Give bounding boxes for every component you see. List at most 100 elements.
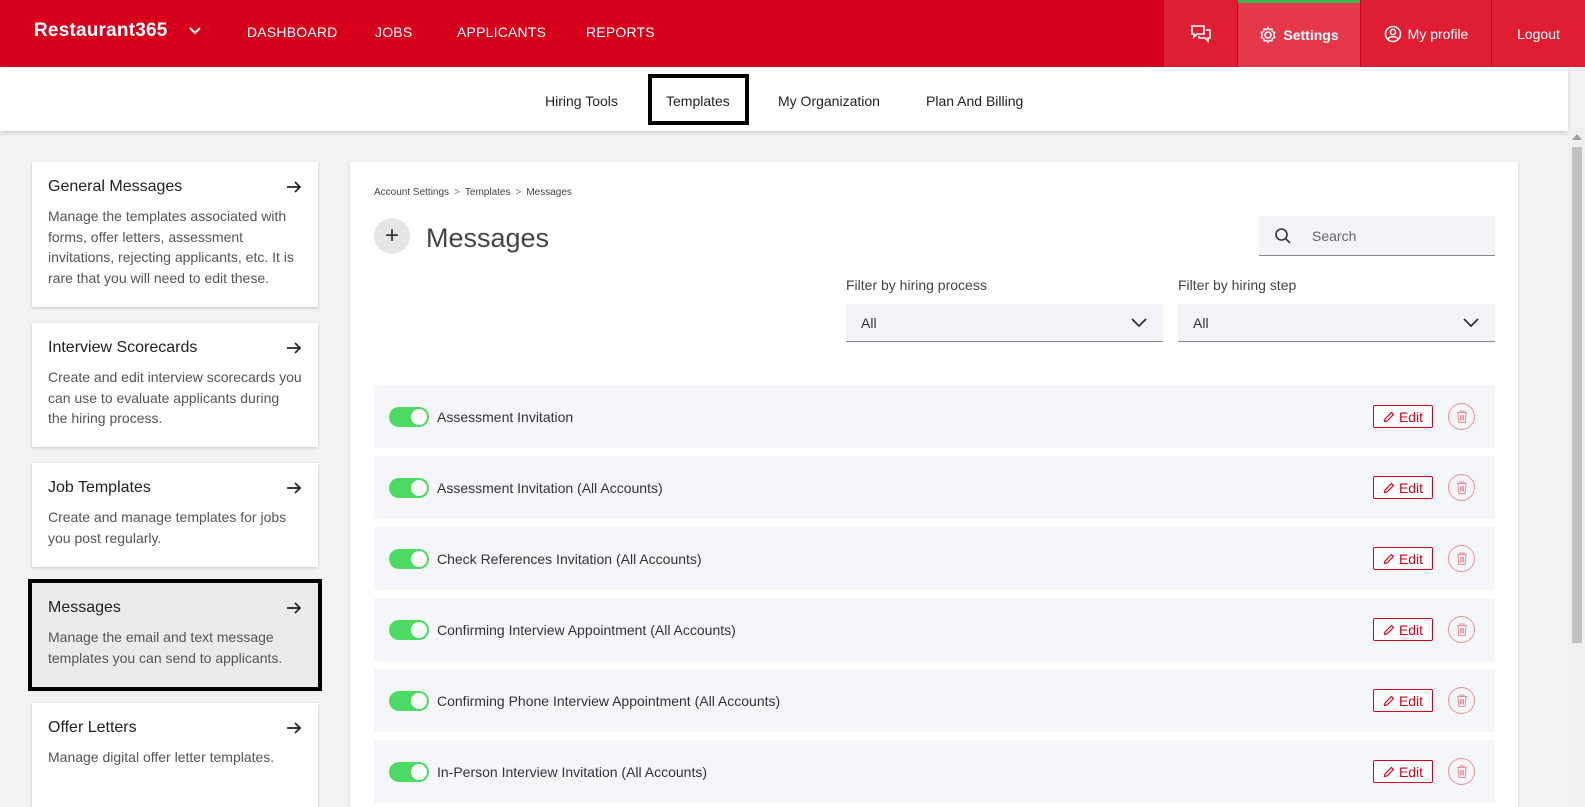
card-interview-scorecards[interactable]: Interview Scorecards Create and edit int…: [32, 323, 318, 447]
nav-applicants[interactable]: APPLICANTS: [457, 24, 546, 40]
card-description: Manage the templates associated with for…: [48, 208, 294, 286]
edit-button[interactable]: Edit: [1373, 405, 1433, 428]
scroll-thumb[interactable]: [1572, 147, 1582, 643]
breadcrumb-templates[interactable]: Templates: [465, 187, 511, 198]
search-icon: [1275, 227, 1291, 244]
settings-label: Settings: [1283, 27, 1339, 43]
enabled-toggle[interactable]: [389, 549, 429, 569]
card-description: Manage digital offer letter templates.: [48, 749, 275, 765]
enabled-toggle[interactable]: [389, 691, 429, 711]
delete-button[interactable]: [1448, 474, 1475, 501]
card-description: Create and edit interview scorecards you…: [48, 369, 302, 426]
my-profile-label: My profile: [1407, 25, 1469, 42]
message-name: Check References Invitation (All Account…: [437, 551, 702, 567]
delete-button[interactable]: [1448, 687, 1475, 714]
filter-process-label: Filter by hiring process: [846, 277, 987, 293]
nav-dashboard[interactable]: DASHBOARD: [247, 24, 337, 40]
settings-menu[interactable]: Settings: [1237, 0, 1360, 67]
search-box: [1259, 216, 1495, 256]
toggle-knob: [411, 480, 427, 496]
card-job-templates[interactable]: Job Templates Create and manage template…: [32, 463, 318, 567]
message-name: Assessment Invitation (All Accounts): [437, 480, 663, 496]
edit-button[interactable]: Edit: [1373, 689, 1433, 712]
chevron-down-icon: [1463, 317, 1479, 327]
list-item: Check References Invitation (All Account…: [374, 527, 1495, 590]
card-general-messages[interactable]: General Messages Manage the templates as…: [32, 162, 318, 307]
card-title: Job Templates: [48, 479, 151, 496]
card-title: General Messages: [48, 178, 183, 195]
breadcrumb: Account Settings > Templates > Messages: [374, 187, 572, 198]
delete-button[interactable]: [1448, 616, 1475, 643]
trash-icon: [1456, 481, 1467, 495]
chat-icon: [1190, 24, 1211, 43]
breadcrumb-account-settings[interactable]: Account Settings: [374, 187, 449, 198]
card-description: Create and manage templates for jobs you…: [48, 509, 287, 546]
enabled-toggle[interactable]: [389, 478, 429, 498]
pencil-icon: [1383, 695, 1395, 706]
edit-label: Edit: [1398, 479, 1424, 496]
pencil-icon: [1383, 553, 1395, 564]
edit-button[interactable]: Edit: [1373, 476, 1433, 499]
page-scrollbar[interactable]: [1568, 131, 1585, 807]
nav-reports[interactable]: REPORTS: [586, 24, 655, 40]
trash-icon: [1456, 410, 1467, 424]
list-item: Confirming Interview Appointment (All Ac…: [374, 598, 1495, 661]
message-name: Confirming Interview Appointment (All Ac…: [437, 622, 736, 638]
filter-step-label: Filter by hiring step: [1178, 277, 1297, 293]
chat-button[interactable]: [1163, 0, 1237, 67]
card-title: Offer Letters: [48, 719, 137, 736]
message-name: Assessment Invitation: [437, 409, 574, 425]
arrow-right-icon: [287, 722, 302, 734]
message-name: Confirming Phone Interview Appointment (…: [437, 693, 781, 709]
search-input[interactable]: [1312, 227, 1472, 244]
edit-button[interactable]: Edit: [1373, 547, 1433, 570]
enabled-toggle[interactable]: [389, 762, 429, 782]
logout-label: Logout: [1517, 25, 1560, 42]
tab-my-organization[interactable]: My Organization: [778, 93, 880, 109]
page-title: Messages: [426, 223, 550, 253]
edit-label: Edit: [1398, 621, 1424, 638]
breadcrumb-separator: >: [515, 187, 522, 198]
toggle-knob: [411, 409, 427, 425]
card-offer-letters[interactable]: Offer Letters Manage digital offer lette…: [32, 703, 318, 807]
delete-button[interactable]: [1448, 545, 1475, 572]
toggle-knob: [411, 764, 427, 780]
enabled-toggle[interactable]: [389, 407, 429, 427]
logout-button[interactable]: Logout: [1491, 0, 1585, 67]
list-item: Confirming Phone Interview Appointment (…: [374, 669, 1495, 732]
pencil-icon: [1383, 482, 1395, 493]
message-name: In-Person Interview Invitation (All Acco…: [437, 764, 708, 780]
filter-step-select[interactable]: All: [1178, 304, 1495, 342]
my-profile-menu[interactable]: My profile: [1360, 0, 1491, 67]
card-messages[interactable]: Messages Manage the email and text messa…: [28, 579, 322, 691]
breadcrumb-separator: >: [454, 187, 460, 198]
trash-icon: [1456, 765, 1467, 779]
arrow-right-icon: [287, 181, 302, 193]
messages-panel: Account Settings > Templates > Messages …: [350, 162, 1518, 807]
tab-plan-and-billing[interactable]: Plan And Billing: [926, 93, 1023, 109]
card-description: Manage the email and text message templa…: [48, 629, 283, 666]
toggle-knob: [411, 551, 427, 567]
tab-hiring-tools[interactable]: Hiring Tools: [545, 93, 618, 109]
list-item: Assessment Invitation Edit: [374, 385, 1495, 448]
card-title: Messages: [48, 599, 121, 616]
arrow-right-icon: [287, 602, 302, 614]
scroll-up-arrow[interactable]: [1572, 134, 1582, 140]
tab-templates[interactable]: Templates: [666, 93, 730, 109]
brand-logo[interactable]: Restaurant365: [34, 20, 168, 42]
edit-button[interactable]: Edit: [1373, 618, 1433, 641]
add-message-button[interactable]: +: [374, 218, 410, 254]
delete-button[interactable]: [1448, 758, 1475, 785]
filter-process-select[interactable]: All: [846, 304, 1163, 342]
edit-label: Edit: [1398, 763, 1424, 780]
edit-button[interactable]: Edit: [1373, 760, 1433, 783]
edit-label: Edit: [1398, 550, 1424, 567]
chevron-down-icon[interactable]: [188, 24, 202, 38]
list-item: Assessment Invitation (All Accounts) Edi…: [374, 456, 1495, 519]
trash-icon: [1456, 552, 1467, 566]
arrow-right-icon: [287, 342, 302, 354]
delete-button[interactable]: [1448, 403, 1475, 430]
nav-jobs[interactable]: JOBS: [375, 24, 412, 40]
pencil-icon: [1383, 411, 1395, 422]
enabled-toggle[interactable]: [389, 620, 429, 640]
